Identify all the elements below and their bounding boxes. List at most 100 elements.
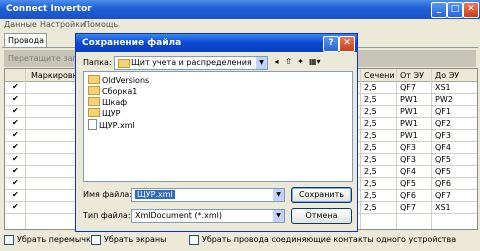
row-from: QF3: [400, 143, 416, 152]
row-to: QF6: [435, 179, 451, 188]
row-to: QF7: [435, 191, 451, 200]
row-section: 2,5: [364, 167, 377, 176]
row-section: 2,5: [364, 155, 377, 164]
folder-label: Папка:: [83, 58, 112, 67]
row-from: QF5: [400, 179, 416, 188]
folder-icon: [88, 75, 100, 84]
dialog-close-button[interactable]: ✕: [339, 36, 355, 52]
remove-jumpers-label: Убрать перемычки: [17, 235, 96, 244]
chevron-down-icon: ▼: [273, 210, 284, 222]
remove-screens-checkbox[interactable]: [91, 235, 101, 245]
folder-icon: [88, 108, 100, 117]
file-item[interactable]: ЩУР.xml: [88, 119, 135, 130]
view-menu-icon[interactable]: ▦▾: [309, 56, 321, 67]
folder-item[interactable]: ЩУР: [88, 108, 120, 119]
folder-icon: [118, 59, 132, 69]
folder-combo-value: Щит учета и распределения, 3D-мо: [131, 58, 251, 67]
menu-help[interactable]: Помощь: [84, 20, 118, 29]
file-name: ЩУР.xml: [99, 121, 135, 130]
new-folder-icon[interactable]: ✦: [295, 56, 306, 67]
row-section: 2,5: [364, 83, 377, 92]
row-checkbox[interactable]: ✔: [12, 203, 19, 211]
back-icon[interactable]: ◂: [271, 56, 282, 67]
row-to: QF5: [435, 155, 451, 164]
remove-same-device-label: Убрать провода соединяющие контакты одно…: [202, 235, 457, 244]
window-titlebar: Connect Invertor _ □ ✕: [0, 0, 480, 19]
folder-icon: [88, 97, 100, 106]
filename-value: ЩУР.xml: [135, 190, 175, 199]
row-checkbox[interactable]: ✔: [12, 143, 19, 151]
filetype-label: Тип файла:: [83, 211, 131, 220]
col-from[interactable]: От ЭУ: [400, 71, 424, 80]
file-name: Шкаф: [102, 98, 128, 107]
filetype-value: XmlDocument (*.xml): [135, 211, 223, 220]
row-checkbox[interactable]: ✔: [12, 155, 19, 163]
row-checkbox[interactable]: ✔: [12, 95, 19, 103]
row-from: QF4: [400, 167, 416, 176]
row-from: PW1: [400, 119, 418, 128]
window-title: Connect Invertor: [6, 4, 92, 14]
row-section: 2,5: [364, 119, 377, 128]
dialog-title: Сохранение файла: [82, 38, 182, 48]
chevron-down-icon: ▼: [256, 57, 267, 69]
remove-screens-label: Убрать экраны: [104, 235, 167, 244]
row-checkbox[interactable]: ✔: [12, 119, 19, 127]
col-section[interactable]: Сечени: [364, 71, 395, 80]
row-checkbox[interactable]: ✔: [12, 83, 19, 91]
xml-file-icon: [88, 119, 97, 130]
row-from: PW1: [400, 107, 418, 116]
row-section: 2,5: [364, 107, 377, 116]
tab-wires[interactable]: Провода: [4, 33, 47, 47]
remove-jumpers-checkbox[interactable]: [4, 235, 14, 245]
folder-item[interactable]: OldVersions: [88, 75, 149, 86]
row-to: PW2: [435, 95, 453, 104]
close-button[interactable]: ✕: [463, 2, 479, 18]
row-to: QF2: [435, 119, 451, 128]
row-to: QF4: [435, 143, 451, 152]
maximize-button[interactable]: □: [447, 2, 463, 18]
row-checkbox[interactable]: ✔: [12, 107, 19, 115]
row-checkbox[interactable]: ✔: [12, 167, 19, 175]
row-from: PW1: [400, 95, 418, 104]
row-to: QF3: [435, 131, 451, 140]
filetype-select[interactable]: XmlDocument (*.xml) ▼: [131, 209, 285, 223]
minimize-button[interactable]: _: [431, 2, 447, 18]
row-checkbox[interactable]: ✔: [12, 131, 19, 139]
help-button[interactable]: ?: [323, 36, 339, 52]
col-to[interactable]: До ЭУ: [435, 71, 459, 80]
filename-field[interactable]: ЩУР.xml ▼: [131, 188, 285, 202]
options-bar: Убрать перемычки Убрать экраны Убрать пр…: [0, 232, 480, 251]
cancel-button[interactable]: Отмена: [291, 208, 352, 224]
row-checkbox[interactable]: ✔: [12, 179, 19, 187]
row-from: QF7: [400, 83, 416, 92]
menu-bar: Данные Настройки Помощь: [0, 19, 480, 32]
folder-icon: [88, 86, 100, 95]
row-section: 2,5: [364, 143, 377, 152]
chevron-down-icon: ▼: [273, 189, 284, 201]
row-to: XS1: [435, 203, 451, 212]
row-from: QF6: [400, 191, 416, 200]
menu-settings[interactable]: Настройки: [40, 20, 85, 29]
folder-combo[interactable]: Щит учета и распределения, 3D-мо ▼: [114, 56, 268, 70]
save-button[interactable]: Сохранить: [291, 187, 352, 203]
remove-same-device-checkbox[interactable]: [189, 235, 199, 245]
row-to: QF1: [435, 107, 451, 116]
file-name: OldVersions: [102, 76, 150, 85]
file-name: ЩУР: [102, 109, 121, 118]
folder-item[interactable]: Шкаф: [88, 97, 127, 108]
row-section: 2,5: [364, 191, 377, 200]
menu-data[interactable]: Данные: [4, 20, 37, 29]
row-section: 2,5: [364, 179, 377, 188]
save-file-dialog: Сохранение файла ? ✕ Папка: Щит учета и …: [75, 33, 358, 232]
row-from: QF3: [400, 155, 416, 164]
dialog-titlebar: Сохранение файла ? ✕: [76, 34, 357, 52]
row-to: QF5: [435, 167, 451, 176]
folder-item[interactable]: Сборка1: [88, 86, 137, 97]
up-folder-icon[interactable]: ⇧: [283, 56, 294, 67]
row-to: XS1: [435, 83, 451, 92]
row-from: PW1: [400, 131, 418, 140]
file-list[interactable]: OldVersions Сборка1 Шкаф ЩУР ЩУР.xml: [83, 71, 353, 182]
filename-label: Имя файла:: [83, 190, 133, 199]
row-section: 2,5: [364, 203, 377, 212]
row-checkbox[interactable]: ✔: [12, 191, 19, 199]
